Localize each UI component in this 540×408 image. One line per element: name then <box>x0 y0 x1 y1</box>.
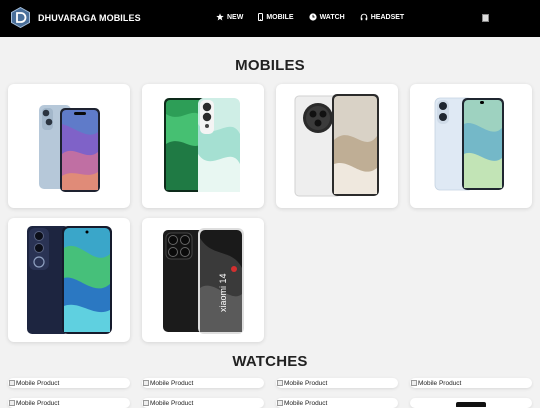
nav-mobile[interactable]: MOBILE <box>258 13 294 21</box>
nav-headset-label: HEADSET <box>370 13 405 21</box>
product-card-watch-3[interactable]: Mobile Product <box>276 378 398 388</box>
broken-image-icon[interactable] <box>482 14 489 22</box>
image-alt-text: Mobile Product <box>284 379 328 387</box>
product-image <box>27 226 112 334</box>
product-card-mobile-1[interactable] <box>8 84 130 208</box>
headphones-icon <box>360 13 368 21</box>
star-icon <box>216 13 224 21</box>
clock-icon <box>308 13 317 21</box>
nav-links: NEW MOBILE WATCH HEADSET <box>216 13 419 21</box>
product-card-mobile-3[interactable] <box>276 84 398 208</box>
image-alt-text: Mobile Product <box>150 399 194 407</box>
watch-image <box>456 401 486 407</box>
image-alt-text: Mobile Product <box>418 379 462 387</box>
top-navbar: DHUVARAGA MOBILES NEW MOBILE WATCH HEADS… <box>0 0 540 37</box>
product-card-watch-7[interactable]: Mobile Product <box>276 398 398 408</box>
broken-image-icon <box>411 380 417 386</box>
section-title-mobiles: MOBILES <box>235 57 305 74</box>
nav-watch-label: WATCH <box>319 13 345 21</box>
broken-image-icon <box>9 400 15 406</box>
product-image <box>39 105 100 192</box>
product-card-watch-1[interactable]: Mobile Product <box>8 378 130 388</box>
product-image <box>164 98 240 192</box>
logo-icon <box>11 7 30 28</box>
image-alt-text: Mobile Product <box>16 379 60 387</box>
product-card-watch-4[interactable]: Mobile Product <box>410 378 532 388</box>
broken-image-icon <box>9 380 15 386</box>
product-card-watch-2[interactable]: Mobile Product <box>142 378 264 388</box>
brand-name: DHUVARAGA MOBILES <box>38 12 141 23</box>
brand[interactable]: DHUVARAGA MOBILES <box>11 7 141 28</box>
image-alt-text: Mobile Product <box>150 379 194 387</box>
product-card-mobile-4[interactable] <box>410 84 532 208</box>
product-image <box>434 97 504 191</box>
phone-icon <box>258 13 264 21</box>
nav-headset[interactable]: HEADSET <box>360 13 404 21</box>
broken-image-icon <box>277 400 283 406</box>
product-image <box>294 94 379 197</box>
image-alt-text: Mobile Product <box>16 399 60 407</box>
image-alt-text: Mobile Product <box>284 399 328 407</box>
product-card-watch-8[interactable] <box>410 398 532 408</box>
nav-new[interactable]: NEW <box>216 13 243 21</box>
product-card-mobile-5[interactable] <box>8 218 130 342</box>
product-card-watch-5[interactable]: Mobile Product <box>8 398 130 408</box>
broken-image-icon <box>277 380 283 386</box>
product-card-watch-6[interactable]: Mobile Product <box>142 398 264 408</box>
product-card-mobile-2[interactable] <box>142 84 264 208</box>
broken-image-icon <box>143 380 149 386</box>
product-image: xiaomi 14 <box>163 228 244 334</box>
nav-mobile-label: MOBILE <box>266 13 294 21</box>
nav-watch[interactable]: WATCH <box>308 13 345 21</box>
broken-image-icon <box>143 400 149 406</box>
product-card-mobile-6[interactable]: xiaomi 14 <box>142 218 264 342</box>
nav-new-label: NEW <box>227 13 244 21</box>
section-title-watches: WATCHES <box>232 353 308 370</box>
xiaomi-label: xiaomi 14 <box>218 273 228 312</box>
